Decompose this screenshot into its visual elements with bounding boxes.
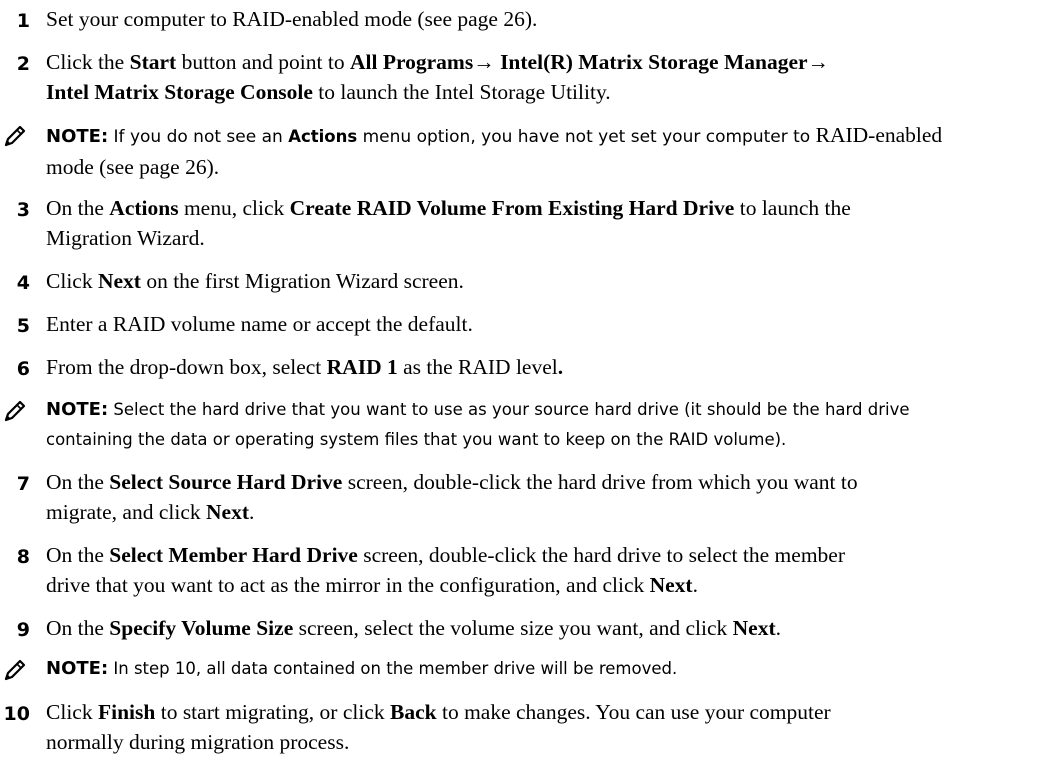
instructions-page: 1 Set your computer to RAID-enabled mode… [0,0,1045,770]
step-text: Click the Start button and point to All … [46,50,830,104]
step-number: 10 [3,703,30,725]
step-text: On the Select Member Hard Drive screen, … [46,543,845,597]
step-text: Click Finish to start migrating, or clic… [46,700,831,754]
step-number: 2 [16,53,30,75]
step-number: 1 [16,10,30,32]
step-text: Enter a RAID volume name or accept the d… [46,312,473,336]
step-number: 3 [16,199,30,221]
step-number: 8 [16,546,30,568]
pencil-note-icon [4,400,26,422]
note-text: NOTE: If you do not see an Actions menu … [46,123,943,179]
step-number: 9 [16,619,30,641]
pencil-note-icon [4,659,26,681]
step-text: From the drop-down box, select RAID 1 as… [46,355,564,379]
pencil-note-icon [4,125,26,147]
step-number: 4 [16,272,30,294]
note-text: NOTE: In step 10, all data contained on … [46,658,678,679]
step-text: Click Next on the first Migration Wizard… [46,269,464,293]
step-number: 5 [16,315,30,337]
step-number: 7 [16,473,30,495]
step-text: On the Specify Volume Size screen, selec… [46,616,782,640]
step-number: 6 [16,358,30,380]
step-text: On the Actions menu, click Create RAID V… [46,196,851,250]
note-text: NOTE: Select the hard drive that you wan… [46,399,910,449]
step-text: Set your computer to RAID-enabled mode (… [46,7,538,31]
step-text: On the Select Source Hard Drive screen, … [46,470,858,524]
